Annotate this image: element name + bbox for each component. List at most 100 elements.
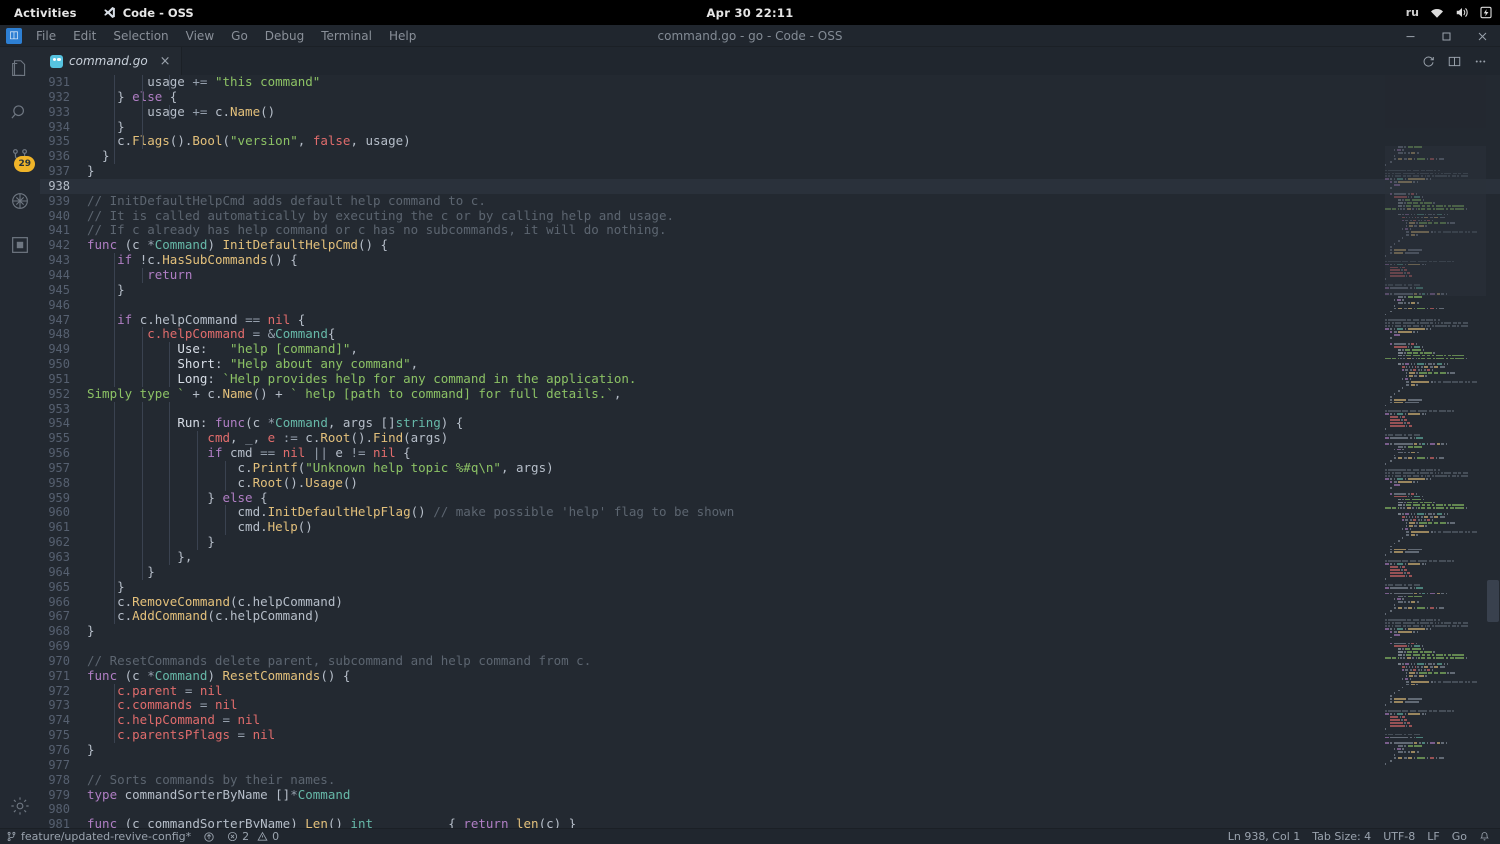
keyboard-layout-indicator[interactable]: ru [1406,6,1419,19]
code-line[interactable]: 943 if !c.HasSubCommands() { [40,252,1500,268]
minimap-slider[interactable] [1385,145,1486,297]
code-line[interactable]: 941 // If c already has help command or c… [40,223,1500,238]
code-lines[interactable]: 931 usage += "this command" 932 } else {9… [40,75,1500,828]
menu-terminal[interactable]: Terminal [313,26,380,46]
code-line[interactable]: 947 if c.helpCommand == nil { [40,312,1500,328]
code-line[interactable]: 937} [40,163,1500,179]
refresh-icon[interactable] [1417,50,1439,72]
menu-go[interactable]: Go [223,26,256,46]
code-line[interactable]: 946 [40,297,1500,313]
code-line[interactable]: 934 } [40,119,1500,135]
battery-icon[interactable] [1480,6,1492,19]
code-line[interactable]: 949 Use: "help [command]", [40,341,1500,358]
wifi-icon[interactable] [1430,7,1444,19]
code-line[interactable]: 976} [40,742,1500,758]
code-line[interactable]: 963 }, [40,549,1500,565]
activities-button[interactable]: Activities [0,6,91,20]
code-line[interactable]: 956 if cmd == nil || e != nil { [40,445,1500,461]
code-line[interactable]: 953 [40,401,1500,417]
scrollbar-thumb[interactable] [1487,580,1499,622]
code-line[interactable]: 973 c.commands = nil [40,698,1500,714]
code-editor[interactable]: 931 usage += "this command" 932 } else {9… [40,75,1500,828]
code-line[interactable]: 980 [40,802,1500,817]
code-line[interactable]: 944 return [40,267,1500,283]
sidebar-item-explorer[interactable] [0,47,40,91]
code-line[interactable]: 967 c.AddCommand(c.helpCommand) [40,608,1500,625]
menu-help[interactable]: Help [381,26,424,46]
code-line[interactable]: 939 // InitDefaultHelpCmd adds default he… [40,193,1500,209]
code-line[interactable]: 962 } [40,534,1500,550]
minimize-button[interactable] [1392,25,1428,47]
code-line[interactable]: 970 // ResetCommands delete parent, subco… [40,653,1500,669]
code-line[interactable]: 959 } else { [40,490,1500,506]
code-line[interactable]: 977 [40,758,1500,773]
code-line[interactable]: 951 Long: `Help provides help for any co… [40,371,1500,387]
sidebar-item-extensions[interactable] [0,223,40,267]
code-line[interactable]: 978 // Sorts commands by their names. [40,772,1500,788]
code-line[interactable]: 952 Simply type ` + c.Name() + ` help [pa… [40,386,1500,402]
code-line[interactable]: 974 c.helpCommand = nil [40,712,1500,729]
volume-icon[interactable] [1455,6,1469,19]
close-icon[interactable]: × [160,55,171,68]
menu-debug[interactable]: Debug [257,26,312,46]
status-tab-size[interactable]: Tab Size: 4 [1306,829,1377,844]
code-line[interactable]: 936 } [40,148,1500,165]
code-line[interactable]: 955 cmd, _, e := c.Root().Find(args) [40,430,1500,447]
status-branch[interactable]: feature/updated-revive-config* [0,829,197,844]
close-button[interactable] [1464,25,1500,47]
code-line[interactable]: 933 usage += c.Name() [40,104,1500,120]
code-line[interactable]: 945 } [40,282,1500,298]
menu-bar[interactable]: File Edit Selection View Go Debug Termin… [28,26,424,46]
code-line[interactable]: 972 c.parent = nil [40,683,1500,699]
code-line[interactable]: 950 Short: "Help about any command", [40,356,1500,372]
window-controls[interactable] [1392,25,1500,47]
menu-edit[interactable]: Edit [65,26,104,46]
minimap-token [1430,322,1434,325]
split-editor-icon[interactable] [1443,50,1465,72]
code-line[interactable]: 940 // It is called automatically by exec… [40,208,1500,224]
code-line[interactable]: 965 } [40,579,1500,595]
code-line[interactable]: 969 [40,639,1500,654]
system-tray[interactable]: ru [1406,6,1492,19]
sidebar-item-source-control[interactable]: 29 [0,135,40,179]
clock[interactable]: Apr 30 22:11 [0,6,1500,20]
code-line[interactable]: 968} [40,623,1500,639]
minimap-token [1405,372,1408,375]
more-actions-icon[interactable] [1469,50,1491,72]
status-eol[interactable]: LF [1421,829,1445,844]
code-line[interactable]: 966 c.RemoveCommand(c.helpCommand) [40,594,1500,610]
active-app-indicator[interactable]: Code - OSS [91,6,194,20]
code-line[interactable]: 957 c.Printf("Unknown help topic %#q\n",… [40,460,1500,476]
code-line[interactable]: 935 c.Flags().Bool("version", false, usa… [40,133,1500,150]
menu-file[interactable]: File [28,26,64,46]
sidebar-item-run-and-debug[interactable] [0,179,40,223]
status-sync[interactable] [197,829,221,844]
code-line[interactable]: 981 func (c commandSorterByName) Len() in… [40,816,1500,828]
code-line[interactable]: 961 cmd.Help() [40,519,1500,536]
status-cursor-position[interactable]: Ln 938, Col 1 [1222,829,1307,844]
code-line[interactable]: 979 type commandSorterByName []*Command [40,787,1500,803]
status-language-mode[interactable]: Go [1446,829,1473,844]
minimap[interactable] [1385,75,1486,828]
code-line[interactable]: 964 } [40,564,1500,580]
code-line[interactable]: 942 func (c *Command) InitDefaultHelpCmd(… [40,237,1500,253]
code-line[interactable]: 954 Run: func(c *Command, args []string)… [40,415,1500,432]
status-notifications[interactable] [1473,829,1496,844]
code-line[interactable]: 948 c.helpCommand = &Command{ [40,326,1500,343]
menu-selection[interactable]: Selection [105,26,176,46]
editor-scrollbar[interactable] [1486,75,1500,828]
manage-settings-button[interactable] [0,784,40,828]
tab-command-go[interactable]: command.go × [40,47,182,75]
code-line[interactable]: 960 cmd.InitDefaultHelpFlag() // make po… [40,505,1500,521]
code-line[interactable]: 932 } else { [40,89,1500,105]
code-line[interactable]: 931 usage += "this command" [40,75,1500,90]
status-encoding[interactable]: UTF-8 [1377,829,1421,844]
menu-view[interactable]: View [178,26,222,46]
code-line[interactable]: 971 func (c *Command) ResetCommands() { [40,668,1500,684]
code-line[interactable]: 938 [40,178,1500,194]
code-line[interactable]: 975 c.parentsPflags = nil [40,727,1500,743]
code-line[interactable]: 958 c.Root().Usage() [40,475,1500,491]
sidebar-item-search[interactable] [0,91,40,135]
status-problems[interactable]: 2 0 [221,829,285,844]
maximize-button[interactable] [1428,25,1464,47]
